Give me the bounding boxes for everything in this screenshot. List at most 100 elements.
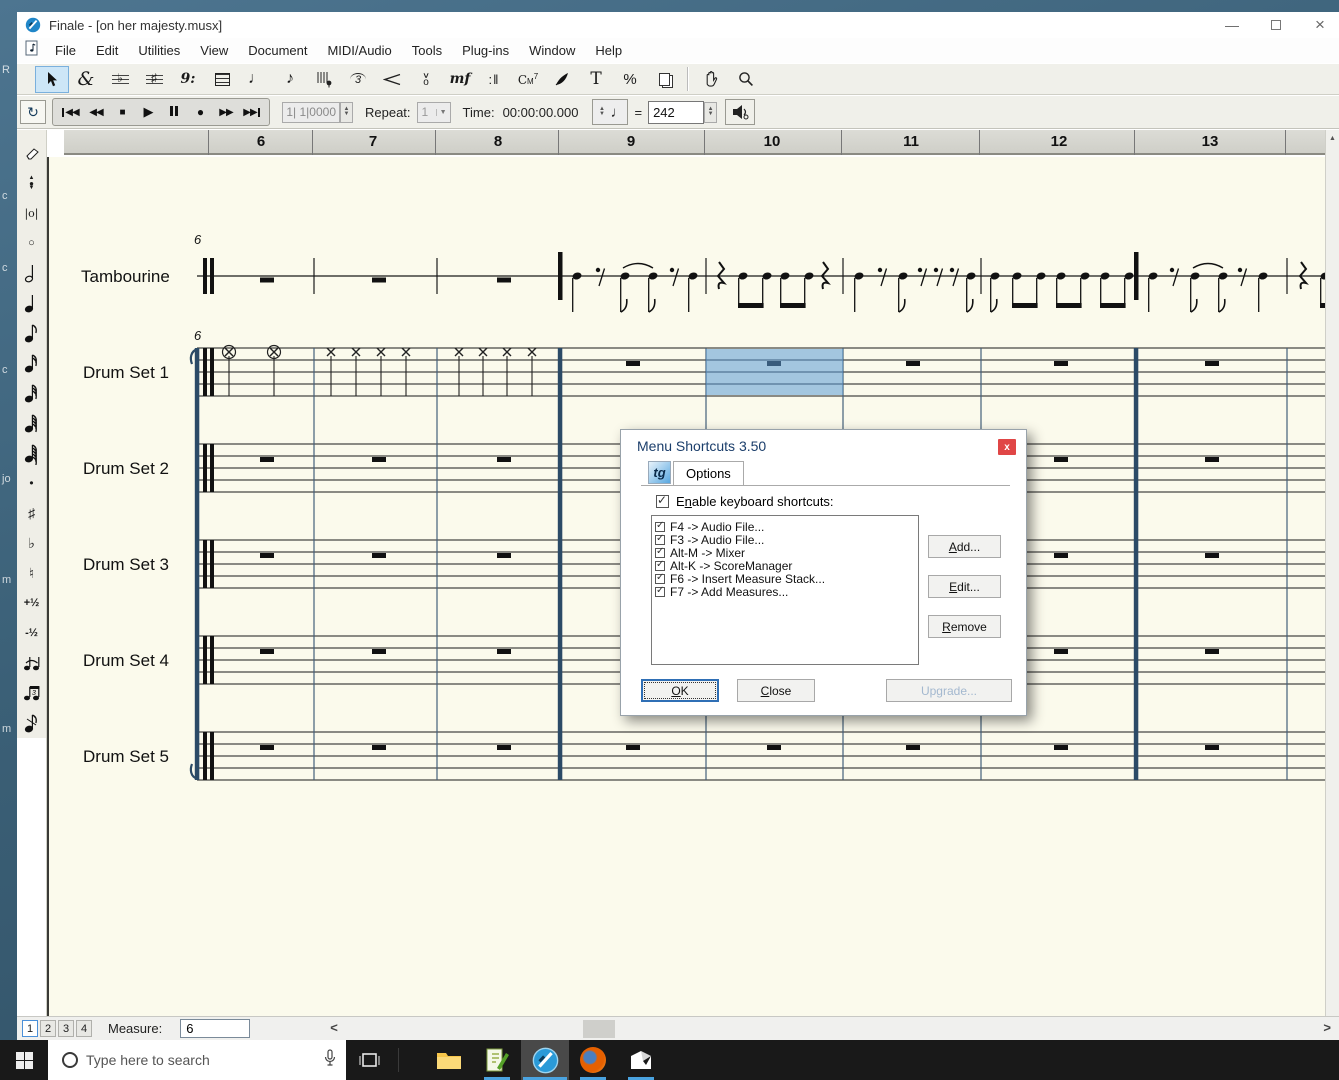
selection-tool[interactable] [35, 65, 69, 93]
finale-taskbar-button[interactable] [521, 1040, 569, 1080]
eraser-icon[interactable] [17, 138, 46, 168]
scroll-thumb[interactable] [583, 1020, 616, 1038]
stop-button[interactable]: ■ [109, 101, 135, 123]
add-button[interactable]: Add... [928, 535, 1001, 558]
audio-settings-button[interactable] [725, 99, 756, 125]
play-button[interactable]: ▶ [135, 101, 161, 123]
hand-grabber-tool[interactable] [695, 66, 729, 93]
thirtysecond-note-icon[interactable] [17, 378, 46, 408]
edit-button[interactable]: Edit... [928, 575, 1001, 598]
shortcut-checkbox[interactable] [655, 585, 665, 597]
tuplet-tool[interactable]: 3 [341, 66, 375, 93]
double-whole-note-icon[interactable]: |o| [17, 198, 46, 228]
microphone-icon[interactable] [324, 1048, 336, 1072]
dialog-close-button[interactable]: x [998, 439, 1016, 455]
shortcut-list-item[interactable]: Alt-K -> ScoreManager [655, 559, 915, 573]
view-page-button-2[interactable]: 2 [40, 1020, 56, 1037]
measure-ruler[interactable]: 67891011121314 [64, 130, 1339, 155]
view-page-button-4[interactable]: 4 [76, 1020, 92, 1037]
shortcut-list-item[interactable]: F6 -> Insert Measure Stack... [655, 572, 915, 586]
shortcut-list-item[interactable]: Alt-M -> Mixer [655, 546, 915, 560]
tie-icon[interactable] [17, 648, 46, 678]
fast-forward-button[interactable]: ▶▶ [213, 101, 239, 123]
dialog-title-bar[interactable]: Menu Shortcuts 3.50 [621, 430, 1026, 462]
file-explorer-button[interactable] [425, 1040, 473, 1080]
view-page-button-1[interactable]: 1 [22, 1020, 38, 1037]
firefox-button[interactable] [569, 1040, 617, 1080]
augmentation-dot-icon[interactable]: • [17, 468, 46, 498]
simple-entry-tool[interactable]: ♩ [239, 66, 273, 93]
half-note-icon[interactable] [17, 258, 46, 288]
menu-help[interactable]: Help [585, 40, 632, 61]
maximize-button[interactable] [1267, 16, 1285, 34]
position-spinner[interactable]: ▲ ▼ [340, 101, 353, 123]
remove-button[interactable]: Remove [928, 615, 1001, 638]
measure-tool[interactable] [205, 66, 239, 93]
tuplet-icon[interactable]: 3 [17, 678, 46, 708]
measure-input[interactable] [180, 1019, 251, 1038]
onetwentyeighth-note-icon[interactable] [17, 438, 46, 468]
close-button[interactable]: × [1311, 15, 1329, 34]
shortcut-checkbox[interactable] [655, 559, 665, 571]
sixteenth-note-icon[interactable] [17, 348, 46, 378]
sharp-icon[interactable]: ♯ [17, 498, 46, 528]
task-view-button[interactable] [346, 1040, 394, 1080]
tab-options[interactable]: Options [673, 461, 744, 485]
shortcut-checkbox[interactable] [655, 533, 665, 545]
title-bar[interactable]: Finale - [on her majesty.musx] — × [17, 12, 1339, 38]
minimize-button[interactable]: — [1223, 16, 1241, 34]
scroll-left-arrow[interactable]: < [330, 1020, 338, 1035]
taskbar-search[interactable] [48, 1040, 346, 1080]
enable-shortcuts-row[interactable]: Enable keyboard shortcuts: [656, 493, 834, 509]
vertical-scrollbar[interactable]: ▲ [1325, 130, 1339, 1016]
rewind-button[interactable]: ◀◀ [83, 101, 109, 123]
shortcut-list-item[interactable]: F7 -> Add Measures... [655, 585, 915, 599]
menu-document[interactable]: Document [238, 40, 317, 61]
whole-note-icon[interactable]: ○ [17, 228, 46, 258]
half-step-up-icon[interactable]: +½ [17, 588, 46, 618]
shortcut-checkbox[interactable] [655, 520, 665, 532]
pause-button[interactable] [161, 101, 187, 123]
quarter-note-icon[interactable] [17, 288, 46, 318]
mirror-tool[interactable]: % [613, 66, 647, 93]
upgrade-button[interactable]: Upgrade... [886, 679, 1012, 702]
selected-measure-highlight[interactable] [706, 349, 843, 395]
menu-file[interactable]: File [45, 40, 86, 61]
close-dialog-button[interactable]: Close [737, 679, 815, 702]
smart-shape-tool[interactable] [375, 66, 409, 93]
menu-midi-audio[interactable]: MIDI/Audio [317, 40, 401, 61]
mail-button[interactable] [617, 1040, 665, 1080]
menu-utilities[interactable]: Utilities [128, 40, 190, 61]
shortcut-checkbox[interactable] [655, 546, 665, 558]
half-step-down-icon[interactable]: -½ [17, 618, 46, 648]
enable-shortcuts-checkbox[interactable] [656, 493, 669, 508]
horizontal-scrollbar[interactable]: < > [250, 1017, 1339, 1040]
zoom-tool[interactable] [729, 66, 763, 93]
menu-window[interactable]: Window [519, 40, 585, 61]
clef-tool[interactable]: 9: [171, 66, 205, 93]
tempo-spinner[interactable]: ▲ ▼ [704, 101, 718, 123]
skip-to-end-button[interactable]: ▶▶ [239, 101, 265, 123]
start-button[interactable] [0, 1040, 48, 1080]
key-signature-tool[interactable]: ♭ [103, 66, 137, 93]
shortcuts-listbox[interactable]: F4 -> Audio File...F3 -> Audio File...Al… [651, 515, 919, 665]
eighth-note-icon[interactable] [17, 318, 46, 348]
search-input[interactable] [78, 1052, 324, 1068]
ok-button[interactable]: OK [641, 679, 719, 702]
menu-view[interactable]: View [190, 40, 238, 61]
tempo-unit-control[interactable]: ▲ ▼ ♩ [592, 99, 629, 125]
skip-to-start-button[interactable]: ◀◀ [57, 101, 83, 123]
natural-icon[interactable]: ♮ [17, 558, 46, 588]
chord-tool[interactable]: CM7 [511, 66, 545, 93]
text-tool[interactable]: T [579, 66, 613, 93]
time-signature-tool[interactable]: ♯ [137, 66, 171, 93]
menu-plug-ins[interactable]: Plug-ins [452, 40, 519, 61]
sixtyfourth-note-icon[interactable] [17, 408, 46, 438]
articulation-tool[interactable]: > o [409, 66, 443, 93]
editor-app-button[interactable] [473, 1040, 521, 1080]
repeat-dropdown[interactable]: 1 ▼ [416, 101, 451, 123]
record-button[interactable]: ● [187, 101, 213, 123]
scroll-right-arrow[interactable]: > [1323, 1020, 1331, 1035]
shortcut-checkbox[interactable] [655, 572, 665, 584]
shortcut-list-item[interactable]: F4 -> Audio File... [655, 520, 915, 534]
